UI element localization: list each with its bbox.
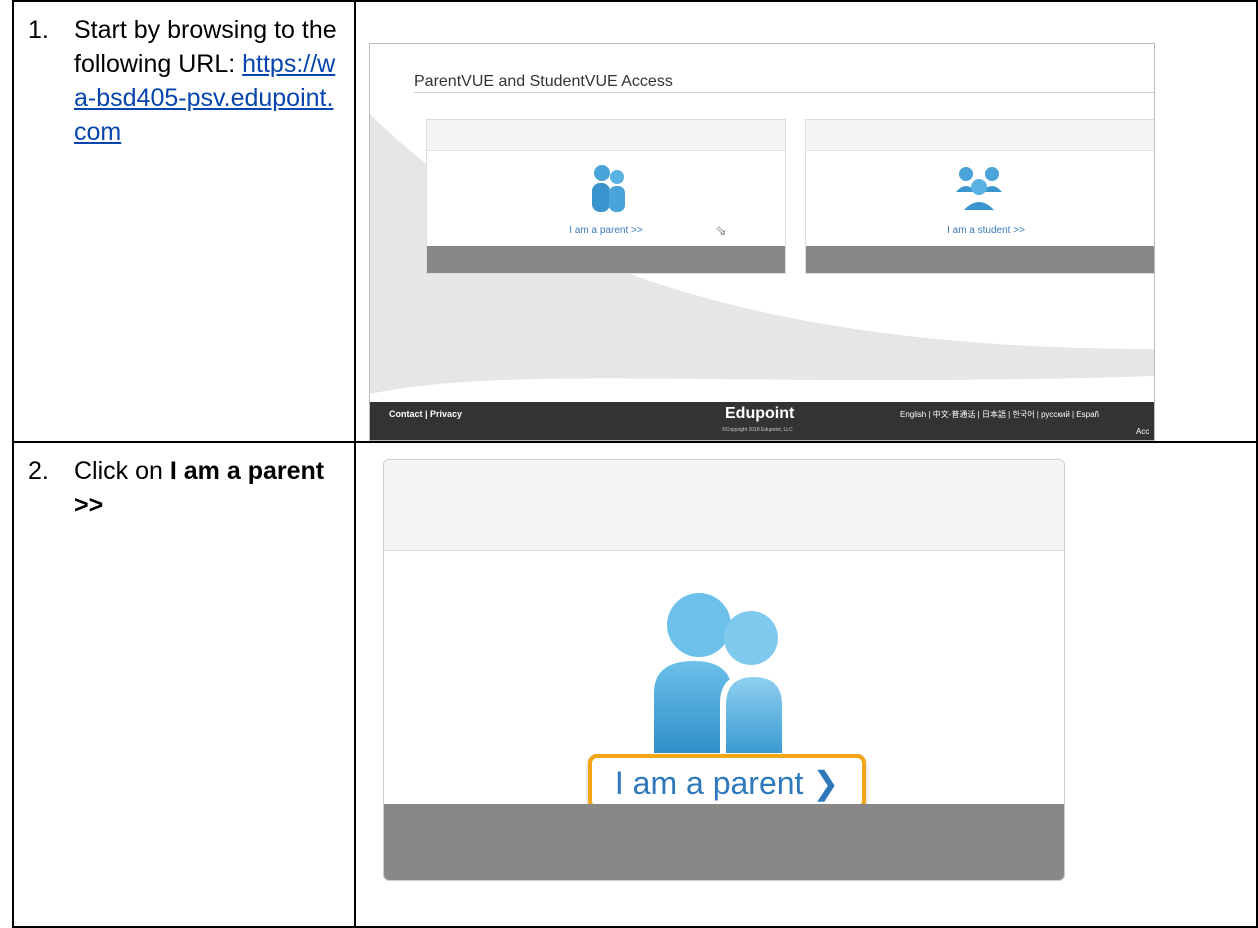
student-card[interactable]: I am a student >> xyxy=(805,119,1154,274)
edupoint-logo: Edupoint xyxy=(725,405,795,422)
step-number: 2. xyxy=(28,457,49,485)
parent-link-label[interactable]: I am a parent >> xyxy=(427,225,785,236)
step-2-text: Click on xyxy=(74,457,170,485)
parent-button-label: I am a parent xyxy=(614,765,804,801)
step-2-image-cell: I am a parent ❯ xyxy=(354,441,1258,928)
mouse-cursor-icon: ⇘ xyxy=(715,222,727,238)
parentvue-access-screenshot: ParentVUE and StudentVUE Access I am a p… xyxy=(369,43,1155,441)
step-number: 1. xyxy=(28,16,49,44)
language-links[interactable]: English | 中文-普通话 | 日本語 | 한국어 | русский |… xyxy=(900,409,1099,420)
title-divider xyxy=(414,92,1154,93)
instruction-document: 1. Start by browsing to the following UR… xyxy=(0,0,1258,928)
steps-table: 1. Start by browsing to the following UR… xyxy=(12,0,1258,928)
footer-right-text[interactable]: Acc xyxy=(1136,427,1149,436)
step-row-2: 2. Click on I am a parent >> I am a pare… xyxy=(12,441,1258,928)
step-2-instruction: 2. Click on I am a parent >> xyxy=(14,443,354,522)
student-link-label[interactable]: I am a student >> xyxy=(806,225,1154,236)
copyright-text: ©Copyright 2018 Edupoint, LLC xyxy=(722,427,793,433)
site-footer: Contact | Privacy Edupoint ©Copyright 20… xyxy=(370,402,1154,440)
step-1-text-cell: 1. Start by browsing to the following UR… xyxy=(12,0,356,443)
step-row-1: 1. Start by browsing to the following UR… xyxy=(12,0,1258,443)
student-group-icon xyxy=(956,167,1002,210)
parent-card-screenshot: I am a parent ❯ xyxy=(383,459,1065,881)
step-1-image-cell: ParentVUE and StudentVUE Access I am a p… xyxy=(354,0,1258,443)
step-2-text-cell: 2. Click on I am a parent >> xyxy=(12,441,356,928)
parent-icon xyxy=(654,593,788,753)
step-1-instruction: 1. Start by browsing to the following UR… xyxy=(14,2,354,149)
i-am-a-parent-button[interactable]: I am a parent ❯ xyxy=(588,754,866,810)
page-title: ParentVUE and StudentVUE Access xyxy=(414,73,673,90)
footer-links[interactable]: Contact | Privacy xyxy=(389,409,462,419)
parent-card[interactable]: I am a parent >> ⇘ xyxy=(426,119,786,274)
chevron-right-icon: ❯ xyxy=(812,765,840,801)
parent-icon xyxy=(592,165,625,212)
